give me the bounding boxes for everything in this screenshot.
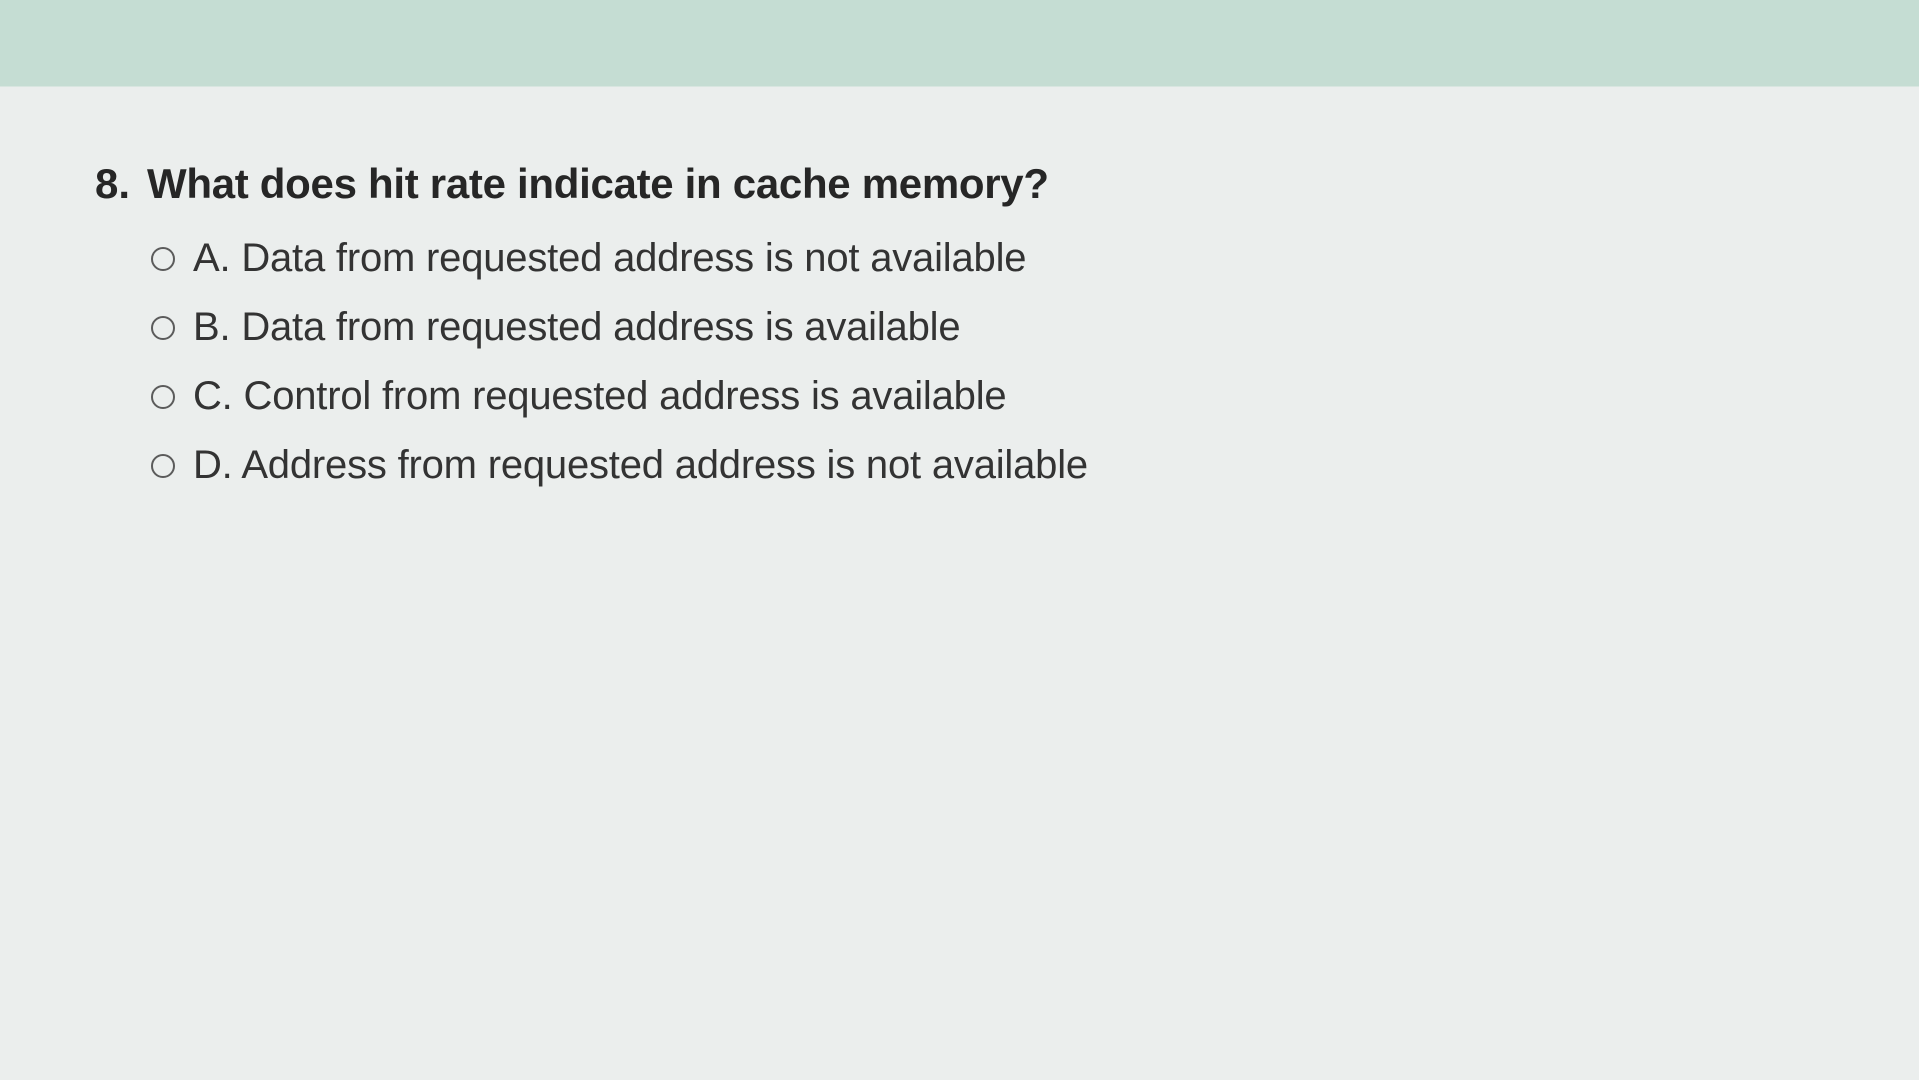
option-label: A. Data from requested address is not av…	[193, 236, 1026, 281]
radio-icon[interactable]	[151, 247, 175, 271]
option-label: C. Control from requested address is ava…	[193, 374, 1006, 419]
option-a[interactable]: A. Data from requested address is not av…	[151, 236, 1919, 281]
radio-icon[interactable]	[151, 385, 175, 409]
question-text: What does hit rate indicate in cache mem…	[147, 160, 1049, 208]
radio-icon[interactable]	[151, 454, 175, 478]
question-block: 8. What does hit rate indicate in cache …	[0, 0, 1919, 488]
option-d[interactable]: D. Address from requested address is not…	[151, 443, 1919, 488]
option-b[interactable]: B. Data from requested address is availa…	[151, 305, 1919, 350]
option-label: D. Address from requested address is not…	[193, 443, 1088, 488]
options-list: A. Data from requested address is not av…	[95, 236, 1919, 488]
radio-icon[interactable]	[151, 316, 175, 340]
option-label: B. Data from requested address is availa…	[193, 305, 960, 350]
question-header: 8. What does hit rate indicate in cache …	[95, 160, 1919, 208]
option-c[interactable]: C. Control from requested address is ava…	[151, 374, 1919, 419]
question-number: 8.	[95, 160, 147, 208]
